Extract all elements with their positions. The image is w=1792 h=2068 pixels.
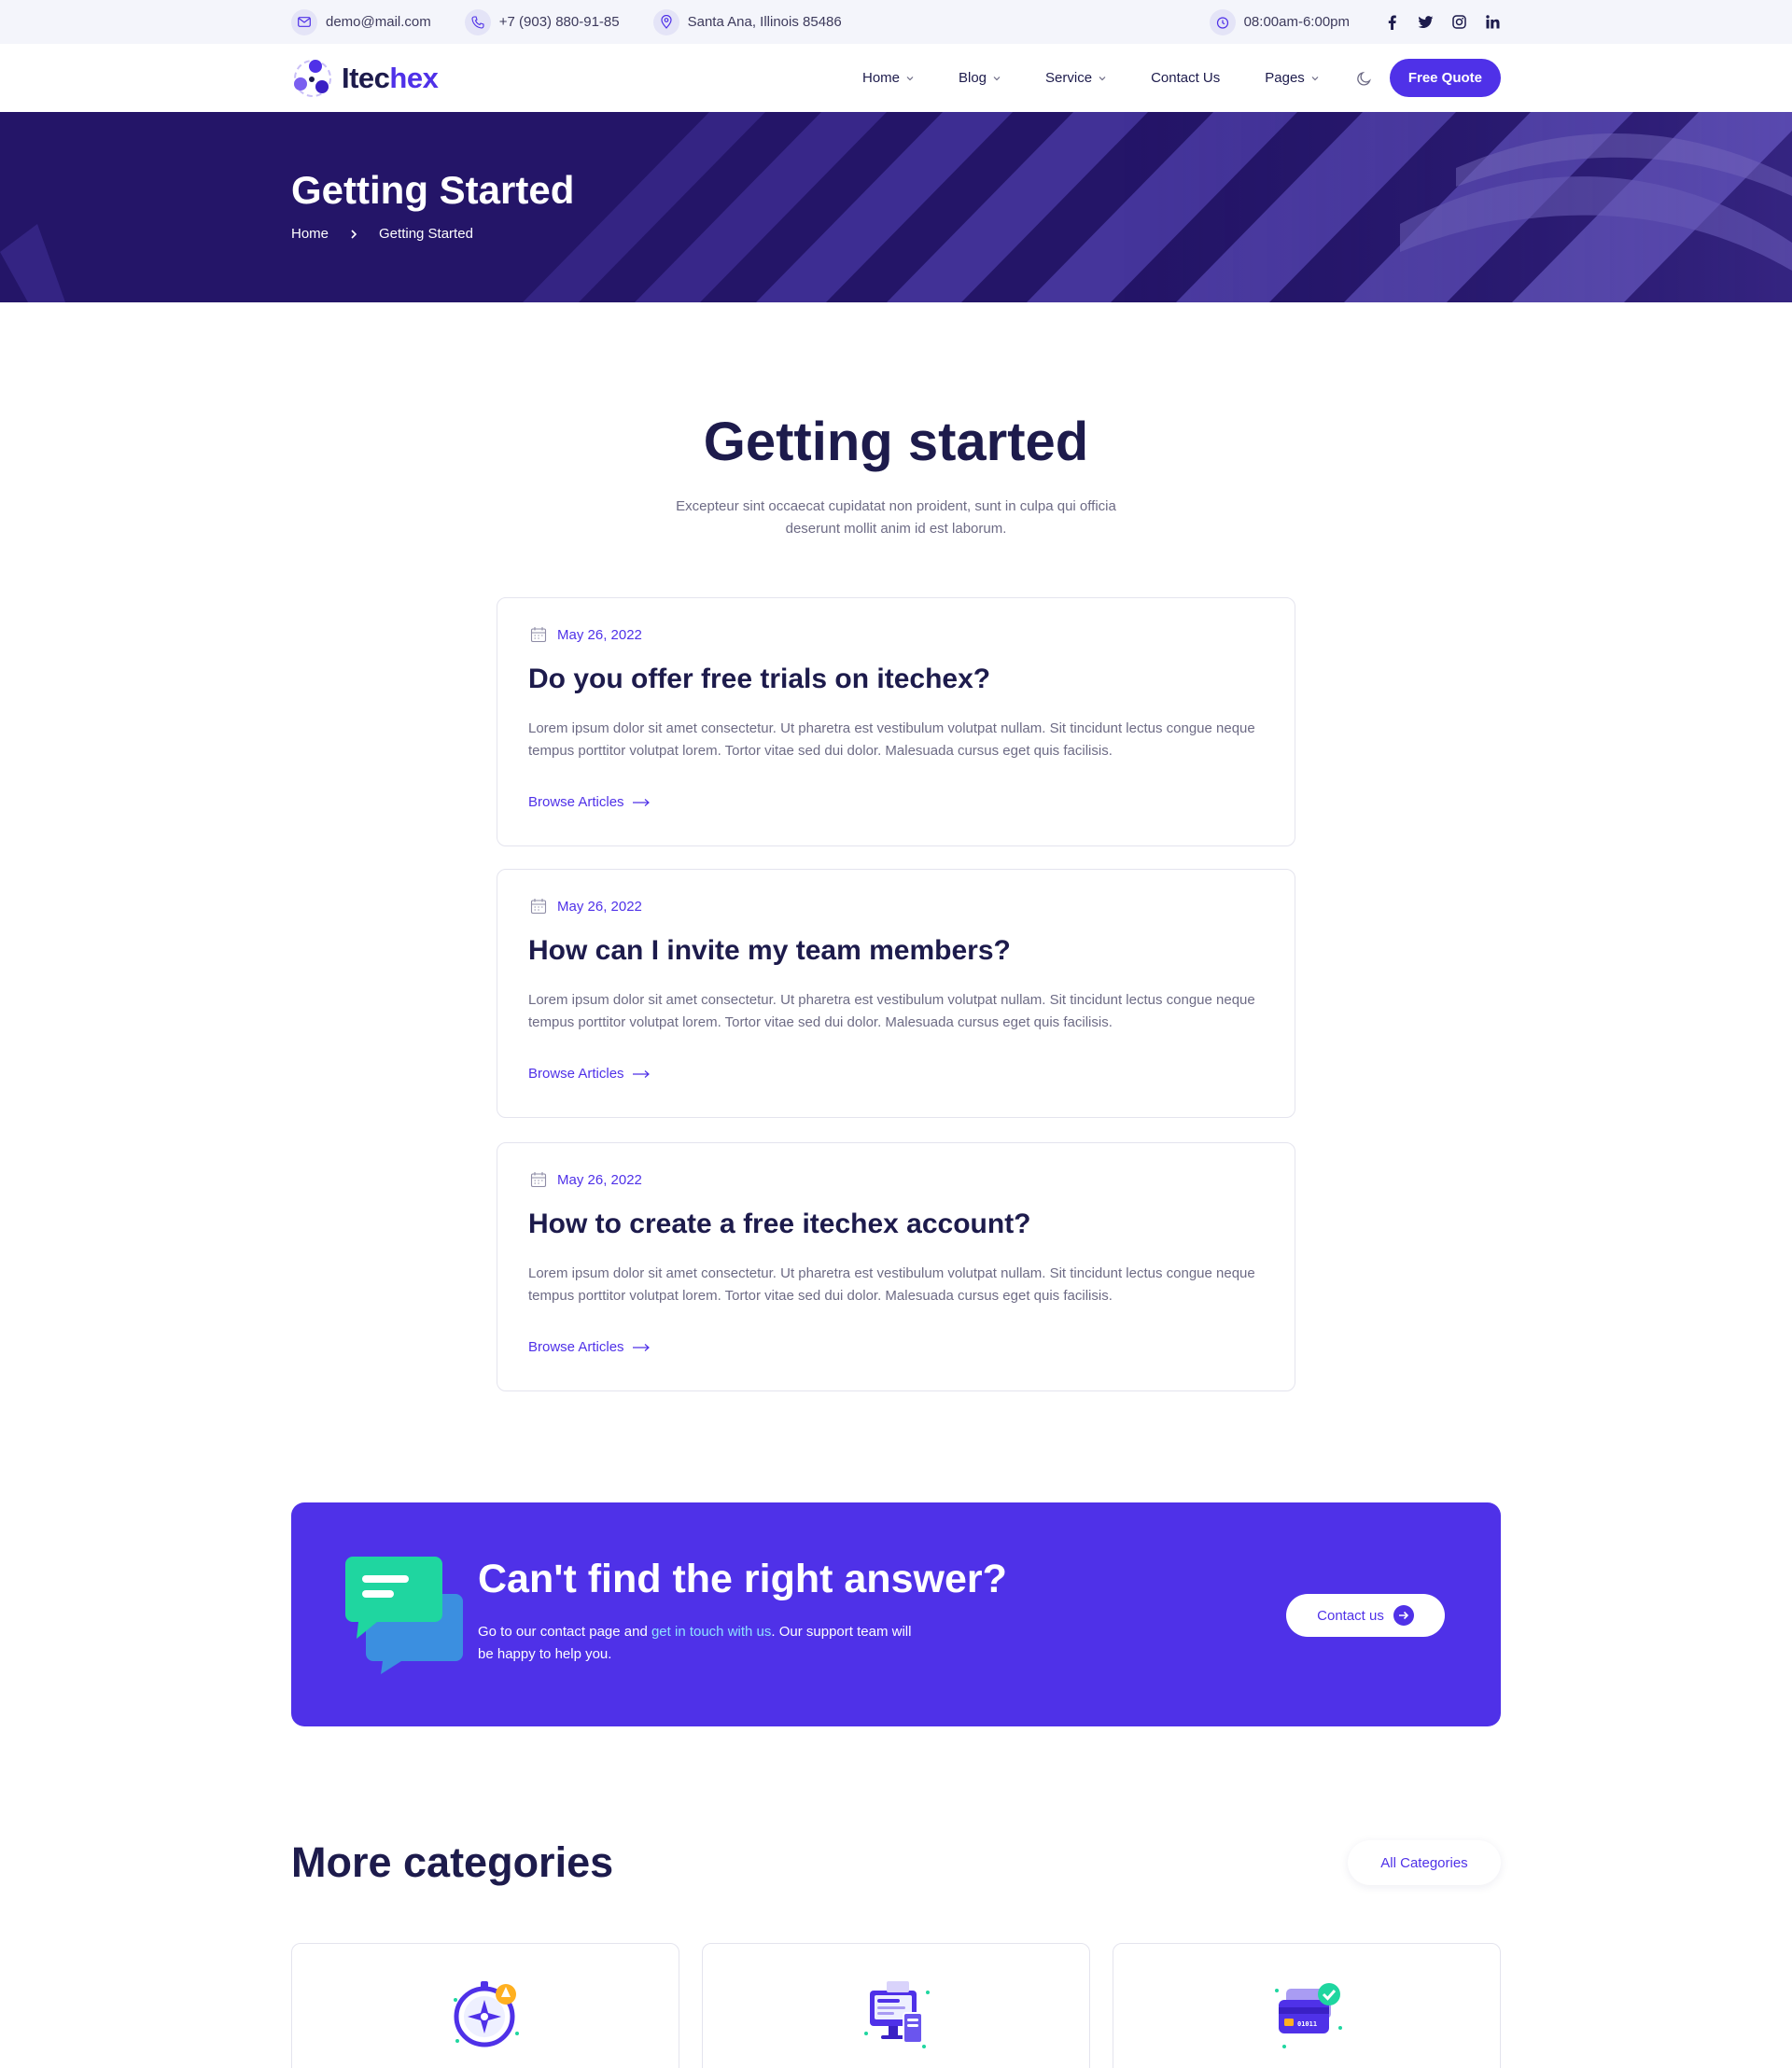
browse-articles-link[interactable]: Browse Articles xyxy=(528,1339,651,1355)
top-bar: demo@mail.com +7 (903) 880-91-85 Santa A… xyxy=(0,0,1792,44)
article-date-text: May 26, 2022 xyxy=(557,1171,642,1188)
logo-text: Itechex xyxy=(342,61,439,95)
breadcrumb: Home Getting Started xyxy=(291,226,473,242)
clock-icon xyxy=(1209,8,1236,35)
email-text: demo@mail.com xyxy=(326,14,431,30)
nav-item-home[interactable]: Home xyxy=(862,70,914,86)
phone-text: +7 (903) 880-91-85 xyxy=(498,14,620,30)
get-in-touch-link[interactable]: get in touch with us xyxy=(651,1624,771,1640)
chevron-down-icon xyxy=(1099,75,1106,82)
article-date-text: May 26, 2022 xyxy=(557,898,642,915)
nav-menu: Home Blog Service Contact Us Pages Free xyxy=(818,59,1501,97)
article-excerpt: Lorem ipsum dolor sit amet consectetur. … xyxy=(528,720,1255,759)
nav-item-label: Blog xyxy=(959,70,987,86)
dark-mode-toggle-icon[interactable] xyxy=(1356,70,1373,87)
chevron-down-icon xyxy=(906,75,914,82)
calendar-icon xyxy=(530,626,547,643)
article-date: May 26, 2022 xyxy=(530,1171,642,1188)
hero-background-pattern xyxy=(0,112,1792,302)
nav-item-blog[interactable]: Blog xyxy=(959,70,1001,86)
article-excerpt: Lorem ipsum dolor sit amet consectetur. … xyxy=(528,992,1255,1030)
category-card[interactable]: 01011 xyxy=(1113,1943,1501,2068)
linkedin-icon[interactable] xyxy=(1484,14,1501,31)
arrow-right-icon xyxy=(632,1343,651,1352)
more-categories-title: More categories xyxy=(291,1838,614,1886)
nav-item-label: Home xyxy=(861,70,900,86)
breadcrumb-current: Getting Started xyxy=(379,226,473,242)
nav-item-service[interactable]: Service xyxy=(1045,70,1106,86)
computer-devices-icon xyxy=(864,1981,930,2048)
hours-text: 08:00am-6:00pm xyxy=(1243,14,1350,30)
browse-articles-label: Browse Articles xyxy=(528,1339,624,1355)
article-excerpt: Lorem ipsum dolor sit amet consectetur. … xyxy=(528,1265,1255,1304)
nav-item-label: Service xyxy=(1045,70,1093,86)
nav-item-label: Pages xyxy=(1265,70,1305,86)
hero-title: Getting Started xyxy=(291,168,575,212)
article-card[interactable]: May 26, 2022 Do you offer free trials on… xyxy=(497,597,1295,846)
support-cta-banner: Can't find the right answer? Go to our c… xyxy=(291,1502,1501,1726)
twitter-icon[interactable] xyxy=(1417,14,1434,31)
location-pin-icon xyxy=(652,8,679,35)
phone-icon xyxy=(464,8,491,35)
arrow-right-circle-icon xyxy=(1393,1605,1414,1626)
article-date-text: May 26, 2022 xyxy=(557,626,642,643)
article-card[interactable]: May 26, 2022 How can I invite my team me… xyxy=(497,869,1295,1118)
calendar-icon xyxy=(530,898,547,915)
chevron-down-icon xyxy=(1311,75,1319,82)
chat-bubbles-icon xyxy=(345,1557,463,1674)
main-nav: Itechex Home Blog Service Contact Us Pag… xyxy=(0,44,1792,112)
page-hero: Getting Started Home Getting Started xyxy=(0,112,1792,302)
cta-text-before: Go to our contact page and xyxy=(478,1624,651,1640)
nav-item-contact[interactable]: Contact Us xyxy=(1151,70,1220,86)
logo-text-accent: hex xyxy=(389,61,439,94)
arrow-right-icon xyxy=(632,1069,651,1079)
arrow-right-icon xyxy=(632,798,651,807)
browse-articles-link[interactable]: Browse Articles xyxy=(528,1066,651,1082)
chevron-right-icon xyxy=(349,229,358,239)
social-links xyxy=(1383,14,1501,31)
article-title[interactable]: How to create a free itechex account? xyxy=(528,1209,1031,1240)
email-contact[interactable]: demo@mail.com xyxy=(291,8,431,35)
article-title[interactable]: Do you offer free trials on itechex? xyxy=(528,664,990,695)
category-card[interactable] xyxy=(702,1943,1090,2068)
hours-info: 08:00am-6:00pm xyxy=(1209,8,1350,35)
contact-us-button[interactable]: Contact us xyxy=(1286,1594,1445,1637)
calendar-icon xyxy=(530,1171,547,1188)
svg-text:01011: 01011 xyxy=(1297,2020,1317,2028)
chevron-down-icon xyxy=(993,75,1001,82)
article-date: May 26, 2022 xyxy=(530,626,642,643)
article-date: May 26, 2022 xyxy=(530,898,642,915)
all-categories-button[interactable]: All Categories xyxy=(1348,1840,1501,1885)
cta-title: Can't find the right answer? xyxy=(478,1557,1007,1601)
address-info: Santa Ana, Illinois 85486 xyxy=(652,8,842,35)
category-card[interactable] xyxy=(291,1943,679,2068)
cta-text: Go to our contact page and get in touch … xyxy=(478,1621,926,1666)
browse-articles-link[interactable]: Browse Articles xyxy=(528,794,651,810)
browse-articles-label: Browse Articles xyxy=(528,1066,624,1082)
facebook-icon[interactable] xyxy=(1383,14,1400,31)
breadcrumb-home[interactable]: Home xyxy=(291,226,329,242)
nav-item-label: Contact Us xyxy=(1151,70,1221,86)
browse-articles-label: Browse Articles xyxy=(528,794,624,810)
compass-icon xyxy=(454,1981,519,2047)
article-card[interactable]: May 26, 2022 How to create a free iteche… xyxy=(497,1142,1295,1391)
logo-icon xyxy=(294,59,331,97)
section-title: Getting started xyxy=(703,412,1089,472)
article-title[interactable]: How can I invite my team members? xyxy=(528,935,1011,967)
logo-text-main: Itec xyxy=(342,61,390,94)
phone-contact[interactable]: +7 (903) 880-91-85 xyxy=(464,8,620,35)
nav-item-pages[interactable]: Pages xyxy=(1265,70,1319,86)
logo[interactable]: Itechex xyxy=(291,57,439,100)
address-text: Santa Ana, Illinois 85486 xyxy=(687,14,842,30)
credit-card-icon: 01011 xyxy=(1275,1983,1342,2048)
instagram-icon[interactable] xyxy=(1450,14,1467,31)
contact-us-label: Contact us xyxy=(1317,1607,1384,1624)
section-subtitle: Excepteur sint occaecat cupidatat non pr… xyxy=(676,498,1116,537)
mail-icon xyxy=(291,8,317,35)
free-quote-button[interactable]: Free Quote xyxy=(1389,59,1501,97)
